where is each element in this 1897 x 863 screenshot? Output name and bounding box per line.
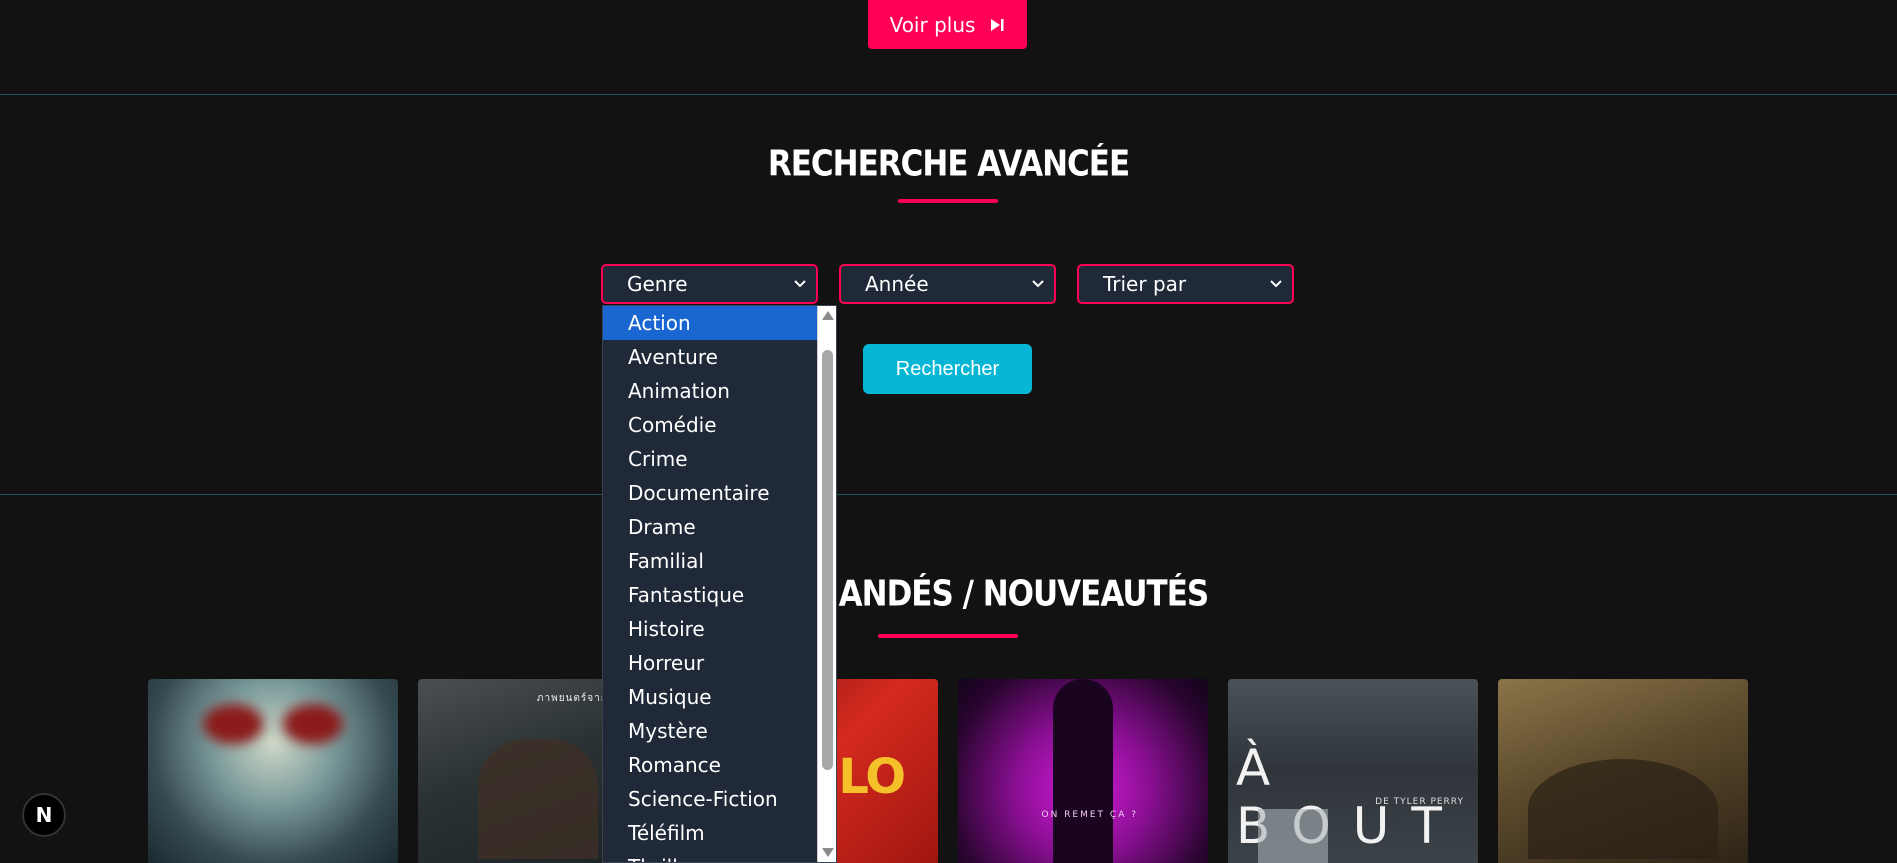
advanced-search-title: Recherche avancée <box>767 143 1130 185</box>
genre-option[interactable]: Crime <box>603 442 818 476</box>
chevron-down-icon <box>1270 280 1282 288</box>
nextjs-badge[interactable]: N <box>22 793 66 837</box>
movie-poster[interactable]: À BOUT DE TYLER PERRY <box>1228 679 1478 863</box>
movie-poster[interactable] <box>1498 679 1748 863</box>
genre-option[interactable]: Histoire <box>603 612 818 646</box>
genre-option[interactable]: Comédie <box>603 408 818 442</box>
section-divider <box>0 94 1897 95</box>
genre-option[interactable]: Mystère <box>603 714 818 748</box>
section-divider <box>0 494 1897 495</box>
genre-option[interactable]: Documentaire <box>603 476 818 510</box>
voir-plus-button[interactable]: Voir plus <box>868 0 1027 49</box>
search-button[interactable]: Rechercher <box>863 344 1032 394</box>
scroll-thumb[interactable] <box>822 350 833 770</box>
genre-option[interactable]: Musique <box>603 680 818 714</box>
scroll-up-arrow-icon[interactable] <box>822 311 834 320</box>
genre-option[interactable]: Thriller <box>603 850 818 862</box>
sort-select-value: Trier par <box>1103 272 1187 296</box>
genre-option[interactable]: Familial <box>603 544 818 578</box>
movie-poster[interactable] <box>148 679 398 863</box>
title-underline <box>898 199 998 203</box>
poster-tagline: ON REMET ÇA ? <box>1041 810 1138 820</box>
scroll-down-arrow-icon[interactable] <box>822 848 834 857</box>
genre-select[interactable]: Genre <box>601 264 818 304</box>
skip-next-icon <box>989 18 1005 32</box>
genre-option[interactable]: Horreur <box>603 646 818 680</box>
genre-option[interactable]: Aventure <box>603 340 818 374</box>
genre-option[interactable]: Drame <box>603 510 818 544</box>
year-select-value: Année <box>865 272 929 296</box>
dropdown-scrollbar[interactable] <box>817 306 836 862</box>
genre-option[interactable]: Romance <box>603 748 818 782</box>
genre-option[interactable]: Fantastique <box>603 578 818 612</box>
movie-poster[interactable]: ON REMET ÇA ? <box>958 679 1208 863</box>
genre-select-value: Genre <box>627 272 688 296</box>
genre-option[interactable]: Science-Fiction <box>603 782 818 816</box>
genre-options: Action Aventure Animation Comédie Crime Docum… <box>603 306 836 862</box>
recommended-title: Recommandés / Nouveautés <box>688 573 1209 615</box>
title-underline <box>878 634 1018 638</box>
poster-subtitle: DE TYLER PERRY <box>1375 797 1464 807</box>
nextjs-badge-letter: N <box>35 803 53 827</box>
genre-option[interactable]: Action <box>603 306 818 340</box>
genre-option[interactable]: Téléfilm <box>603 816 818 850</box>
genre-option[interactable]: Animation <box>603 374 818 408</box>
genre-dropdown-list[interactable]: Action Aventure Animation Comédie Crime Docum… <box>602 305 837 863</box>
voir-plus-label: Voir plus <box>889 12 976 37</box>
year-select[interactable]: Année <box>839 264 1056 304</box>
chevron-down-icon <box>1032 280 1044 288</box>
chevron-down-icon <box>794 280 806 288</box>
sort-select[interactable]: Trier par <box>1077 264 1294 304</box>
